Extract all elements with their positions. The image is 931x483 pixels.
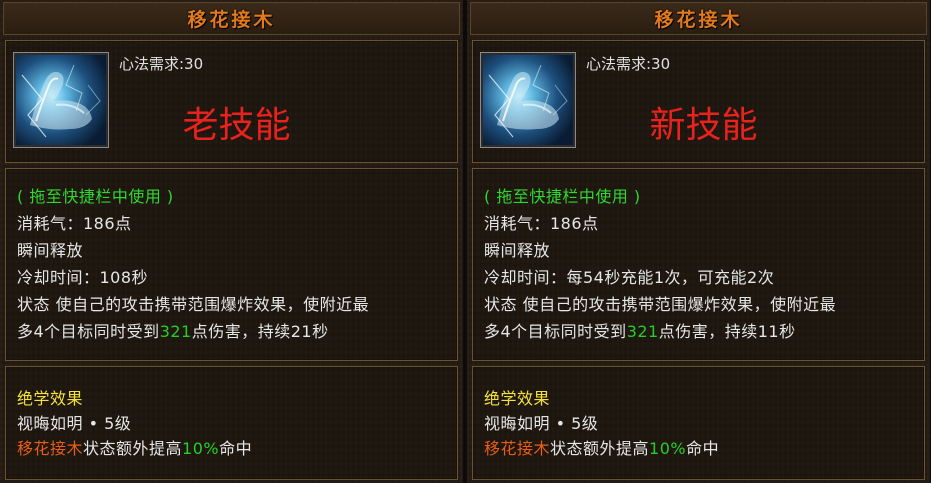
skill-header-section: 心法需求:30 老技能	[5, 40, 458, 163]
cooldown-text: 冷却时间：108秒	[17, 268, 149, 287]
cast-text: 瞬间释放	[484, 241, 551, 260]
tooltip-title-bar: 移花接木	[470, 2, 927, 35]
description-text: 多4个目标同时受到	[484, 322, 627, 341]
ultimate-effect-value: 10%	[649, 439, 687, 458]
ultimate-effect-end: 命中	[686, 439, 720, 458]
skill-tooltip-old: 移花接木 心法需求:30 老技能 ( 拖至快捷栏中使用 ) 消耗气：186点 瞬…	[0, 0, 463, 483]
requirement-text: 心法需求:30	[119, 55, 204, 73]
ultimate-effect: 移花接木状态额外提高10%命中	[484, 435, 719, 459]
description-line-2: 多4个目标同时受到321点伤害，持续11秒	[484, 318, 796, 342]
tooltip-title-bar: 移花接木	[3, 2, 460, 35]
ultimate-effect-value: 10%	[182, 439, 220, 458]
description-text-end: 点伤害，持续21秒	[191, 322, 329, 341]
cooldown-text: 冷却时间：每54秒充能1次，可充能2次	[484, 268, 775, 287]
skill-title: 移花接木	[654, 9, 743, 31]
comparison-label: 老技能	[182, 105, 291, 146]
ultimate-effect-section: 绝学效果 视晦如明 • 5级 移花接木状态额外提高10%命中	[5, 366, 458, 480]
skill-description-section: ( 拖至快捷栏中使用 ) 消耗气：186点 瞬间释放 冷却时间：108秒 状态 …	[5, 168, 458, 361]
description-text: 多4个目标同时受到	[17, 322, 160, 341]
description-line-1: 状态 使自己的攻击携带范围爆炸效果，使附近最	[484, 295, 837, 314]
ultimate-level: 视晦如明 • 5级	[484, 414, 599, 433]
description-text-end: 点伤害，持续11秒	[658, 322, 796, 341]
skill-header-section: 心法需求:30 新技能	[472, 40, 925, 163]
skill-title: 移花接木	[187, 9, 276, 31]
requirement-text: 心法需求:30	[586, 55, 671, 73]
ultimate-title: 绝学效果	[484, 389, 551, 408]
ultimate-effect: 移花接木状态额外提高10%命中	[17, 435, 252, 459]
damage-value: 321	[626, 322, 659, 341]
cast-text: 瞬间释放	[17, 241, 84, 260]
skill-tooltip-new: 移花接木 心法需求:30 新技能 ( 拖至快捷栏中使用 ) 消耗气：186点 瞬…	[467, 0, 930, 483]
usage-hint: ( 拖至快捷栏中使用 )	[17, 187, 174, 206]
ultimate-title: 绝学效果	[17, 389, 84, 408]
ultimate-skill-name: 移花接木	[484, 439, 551, 458]
description-line-1: 状态 使自己的攻击携带范围爆炸效果，使附近最	[17, 295, 370, 314]
skill-description-section: ( 拖至快捷栏中使用 ) 消耗气：186点 瞬间释放 冷却时间：每54秒充能1次…	[472, 168, 925, 361]
cost-text: 消耗气：186点	[17, 214, 132, 233]
ultimate-effect-text: 状态额外提高	[83, 439, 183, 458]
ultimate-effect-end: 命中	[219, 439, 253, 458]
ultimate-effect-text: 状态额外提高	[550, 439, 650, 458]
usage-hint: ( 拖至快捷栏中使用 )	[484, 187, 641, 206]
comparison-label: 新技能	[649, 105, 758, 146]
damage-value: 321	[159, 322, 192, 341]
ultimate-skill-name: 移花接木	[17, 439, 84, 458]
ultimate-effect-section: 绝学效果 视晦如明 • 5级 移花接木状态额外提高10%命中	[472, 366, 925, 480]
ultimate-level: 视晦如明 • 5级	[17, 414, 132, 433]
cost-text: 消耗气：186点	[484, 214, 599, 233]
description-line-2: 多4个目标同时受到321点伤害，持续21秒	[17, 318, 329, 342]
